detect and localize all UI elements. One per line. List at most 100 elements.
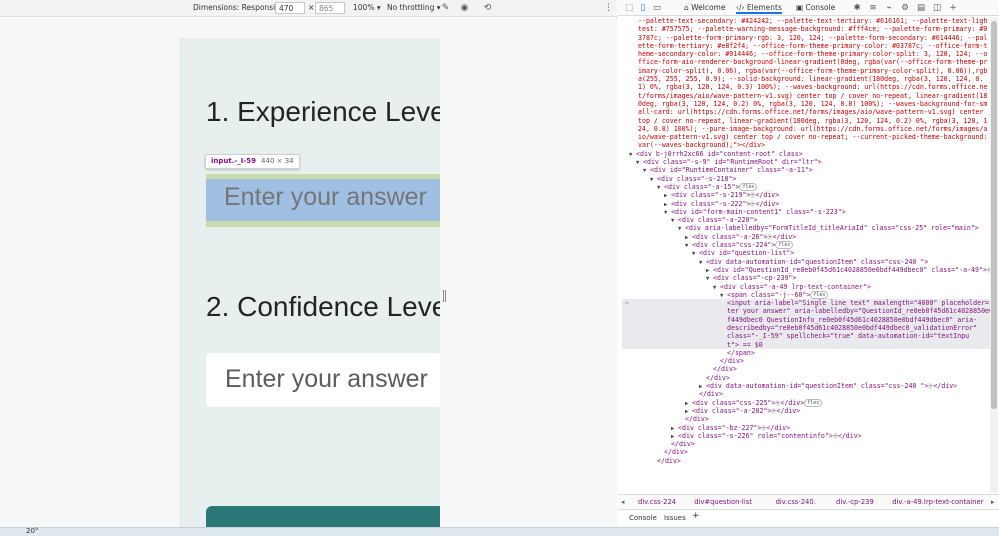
flex-badge[interactable]: flex xyxy=(810,290,829,299)
dom-line[interactable]: ▼ <div id="form-main-content1" class="-s-… xyxy=(622,208,990,216)
more-options-icon[interactable]: ⋮ xyxy=(603,3,614,14)
breadcrumb-prev-icon[interactable]: ◂ xyxy=(621,498,624,506)
dom-line[interactable]: ▼ <div class="-a-15"> flex xyxy=(622,182,990,192)
collapse-triangle-icon[interactable]: ▼ xyxy=(685,242,692,250)
collapse-triangle-icon[interactable]: ▼ xyxy=(643,167,650,175)
collapse-triangle-icon[interactable]: ▼ xyxy=(629,151,636,159)
dom-line[interactable]: ▶ <div class="-bz-227">⋯</div> xyxy=(622,424,990,432)
dom-line[interactable]: ▼ <div class="-a-49 lrp-text-container"> xyxy=(622,283,990,291)
rotate-icon[interactable]: ⟲ xyxy=(482,3,493,14)
question-2-answer-input[interactable]: Enter your answer xyxy=(206,353,440,407)
inspect-element-icon[interactable]: ⬚ xyxy=(624,2,634,14)
dom-line[interactable]: ▶ <div data-automation-id="questionItem" … xyxy=(622,382,990,390)
sidebar-toggle-icon[interactable]: ▭ xyxy=(652,2,662,14)
tab-console[interactable]: ▣ Console xyxy=(796,2,835,14)
collapse-triangle-icon[interactable]: ▼ xyxy=(678,225,685,233)
zoom-dropdown[interactable]: 100% ▾ xyxy=(353,3,381,12)
collapse-triangle-icon[interactable]: ▼ xyxy=(692,250,699,258)
dom-line[interactable]: ▶ <div class="-s-222">⋯</div> xyxy=(622,200,990,208)
drawer-tab-console[interactable]: Console xyxy=(629,514,657,522)
question-1-answer-input[interactable] xyxy=(224,183,440,212)
breadcrumb-item[interactable]: div.css-240. xyxy=(776,498,816,506)
dom-line-text: </div> xyxy=(685,415,709,424)
throttling-dropdown[interactable]: No throttling ▾ xyxy=(387,3,441,12)
flex-badge[interactable]: flex xyxy=(739,182,758,191)
selected-node-line[interactable]: ter your answer" aria-labelledby="Questi… xyxy=(622,307,990,316)
collapse-triangle-icon[interactable]: ▼ xyxy=(664,209,671,217)
resize-handle-right[interactable] xyxy=(443,290,446,302)
dom-line[interactable]: ▼ <div aria-labelledby="FormTitleId_title… xyxy=(622,224,990,232)
dom-line[interactable]: ▼ <div class="-cp-239"> xyxy=(622,274,990,282)
dom-line[interactable]: </div> xyxy=(622,374,990,382)
drawer-add-icon[interactable]: + xyxy=(692,511,700,521)
selected-node[interactable]: ⋯ <input aria-label="Single line text" ma… xyxy=(622,299,990,349)
dom-line[interactable]: ▼ <div b-j0rrh2xc66 id="content-root" cla… xyxy=(622,150,990,158)
tab-elements[interactable]: ‹/› Elements xyxy=(736,2,782,14)
dom-scrollbar[interactable] xyxy=(990,17,998,493)
collapse-triangle-icon[interactable]: ▼ xyxy=(657,184,664,192)
breadcrumb-next-icon[interactable]: ▸ xyxy=(991,498,994,506)
dom-line[interactable]: </div> xyxy=(622,365,990,373)
drawer-tab-issues[interactable]: Issues xyxy=(664,514,686,522)
scroll-thumb[interactable] xyxy=(991,21,997,409)
selected-node-line[interactable]: class="-_I-59" spellcheck="true" data-au… xyxy=(622,332,990,341)
dom-line-text: <div class="-s-218"> xyxy=(657,174,737,183)
selected-node-text: f449dbec0 QuestionInfo_re0eb0f45d61c4028… xyxy=(727,315,978,324)
dom-line[interactable]: ▶ <div id="QuestionId_re0eb0f45d61c402885… xyxy=(622,266,990,274)
dom-line[interactable]: ▼ <div id="RuntimeContainer" class="-a-11… xyxy=(622,166,990,174)
form-page: 1. Experience Level 2. Confidence Level … xyxy=(180,38,440,535)
breadcrumb-item[interactable]: div.-a-49.lrp-text-container xyxy=(892,498,983,506)
dom-line[interactable]: ▼ <div data-automation-id="questionItem" … xyxy=(622,258,990,266)
collapse-triangle-icon[interactable]: ▼ xyxy=(650,176,657,184)
collapse-triangle-icon[interactable]: ▼ xyxy=(713,284,720,292)
bug-icon[interactable]: ✱ xyxy=(852,2,862,14)
more-icon[interactable]: ⋯ xyxy=(625,299,629,307)
dom-line[interactable]: </div> xyxy=(622,448,990,456)
network-icon[interactable]: ≋ xyxy=(868,2,878,14)
dom-line[interactable]: ▶ <div class="-a-26">⋯</div> xyxy=(622,233,990,241)
dom-line[interactable]: ▶ <div class="css-225">⋯</div> flex xyxy=(622,398,990,407)
dom-line-text: <div class="-cp-239"> xyxy=(713,274,797,283)
collapse-triangle-icon[interactable]: ▼ xyxy=(671,217,678,225)
dom-line[interactable]: </div> xyxy=(622,457,990,465)
width-input[interactable]: 470 xyxy=(275,2,305,14)
collapse-triangle-icon[interactable]: ▼ xyxy=(636,159,643,167)
dom-line[interactable]: </div> xyxy=(622,440,990,448)
dom-line[interactable]: </div> xyxy=(622,357,990,365)
dom-line[interactable]: </div> xyxy=(622,415,990,423)
pen-icon[interactable]: ✎ xyxy=(440,3,451,14)
selected-node-line[interactable]: t"> == $0 xyxy=(622,340,990,349)
dom-line[interactable]: ▼ <div class="-s-9" id="RuntimeRoot" dir=… xyxy=(622,158,990,166)
performance-icon[interactable]: ⌁ xyxy=(884,2,894,14)
eye-icon[interactable]: ◉ xyxy=(459,3,470,14)
dom-line[interactable]: </span> xyxy=(622,349,990,357)
dom-line[interactable]: ▼ <div class="-a-220"> xyxy=(622,216,990,224)
flex-badge[interactable]: flex xyxy=(775,241,794,250)
dom-line[interactable]: ▶ <div class="-s-219">⋯</div> xyxy=(622,191,990,199)
dom-line[interactable]: </div> xyxy=(622,390,990,398)
selected-node-line[interactable]: f449dbec0 QuestionInfo_re0eb0f45d61c4028… xyxy=(622,315,990,324)
breadcrumb-item[interactable]: div#question-list xyxy=(694,498,752,506)
breadcrumb-item[interactable]: div.-cp-239 xyxy=(836,498,874,506)
layers-icon[interactable]: ◫ xyxy=(932,2,942,14)
height-input[interactable]: 865 xyxy=(315,2,345,14)
collapse-triangle-icon[interactable]: ▼ xyxy=(706,275,713,283)
add-tool-icon[interactable]: + xyxy=(948,2,958,14)
dom-line[interactable]: ▼ <div id="question-list"> xyxy=(622,249,990,257)
dom-line[interactable]: ▼ <div class="-s-218"> xyxy=(622,175,990,183)
flex-badge[interactable]: flex xyxy=(804,398,823,407)
dom-line[interactable]: ▶ <div class="-a-202">⋯</div> xyxy=(622,407,990,415)
selected-node-line[interactable]: describedby="re0eb0f45d61c4028850e0bdf44… xyxy=(622,323,990,333)
gear-icon[interactable]: ⚙ xyxy=(900,2,910,14)
collapse-triangle-icon[interactable]: ▼ xyxy=(699,259,706,267)
selected-node-line[interactable]: ⋯ <input aria-label="Single line text" ma… xyxy=(622,299,990,308)
times-sign: × xyxy=(308,3,315,12)
dom-line[interactable]: ▼ <span class="-j--60"> flex xyxy=(622,290,990,299)
tab-welcome[interactable]: ⌂ Welcome xyxy=(684,2,725,14)
application-icon[interactable]: ▤ xyxy=(916,2,926,14)
device-toggle-icon[interactable]: ▯ xyxy=(638,2,648,14)
dom-line[interactable]: ▶ <div class="-s-226" role="contentinfo">… xyxy=(622,432,990,440)
dom-lines-after: </span> </div> </div> </div> ▶ <div data-auto… xyxy=(622,349,990,465)
dom-line[interactable]: ▼ <div class="css-224"> flex xyxy=(622,241,990,250)
breadcrumb-item[interactable]: div.css-224 xyxy=(638,498,676,506)
